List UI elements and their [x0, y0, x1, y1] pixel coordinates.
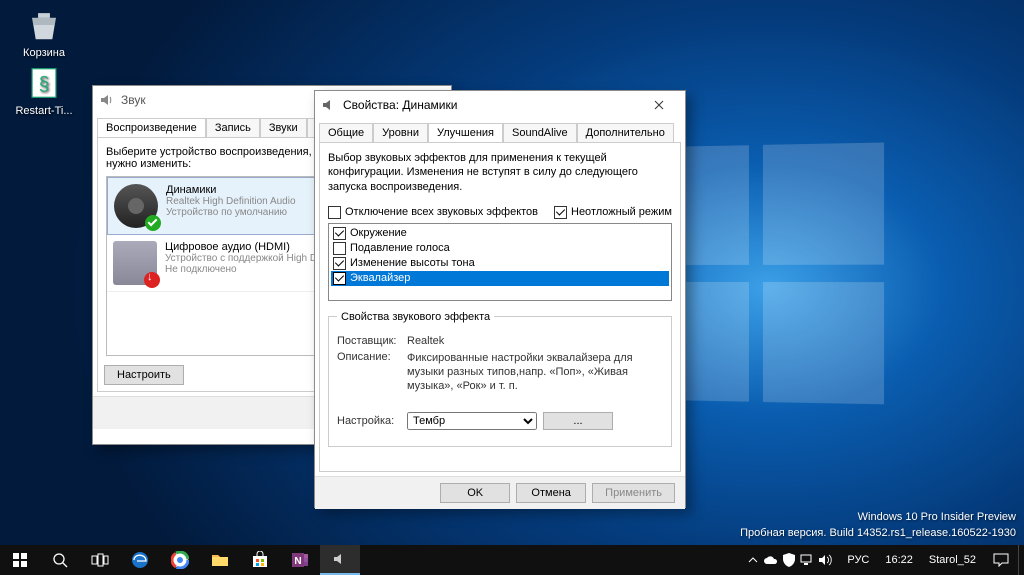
tab-recording[interactable]: Запись — [206, 118, 260, 137]
speaker-icon — [99, 92, 115, 108]
taskbar-chrome[interactable] — [160, 545, 200, 575]
desktop-icon-restart-ti[interactable]: § Restart-Ti... — [10, 64, 78, 117]
script-icon: § — [25, 64, 63, 102]
taskbar-store[interactable] — [240, 545, 280, 575]
tab-soundalive[interactable]: SoundAlive — [503, 123, 577, 142]
enhancements-intro: Выбор звуковых эффектов для применения к… — [328, 151, 672, 194]
device-desc: Realtek High Definition Audio — [166, 196, 296, 207]
speaker-icon — [321, 97, 337, 113]
tray-user[interactable]: Starol_52 — [921, 554, 984, 566]
props-tabs: Общие Уровни Улучшения SoundAlive Дополн… — [315, 119, 685, 142]
properties-window: Свойства: Динамики Общие Уровни Улучшени… — [314, 90, 686, 508]
checkbox-icon — [333, 242, 346, 255]
chrome-icon — [171, 551, 189, 569]
setting-label: Настройка: — [337, 415, 407, 427]
taskbar-explorer[interactable] — [200, 545, 240, 575]
cancel-button[interactable]: Отмена — [516, 483, 586, 503]
task-view-icon — [91, 553, 109, 567]
checkbox-icon — [333, 227, 346, 240]
desc-value: Фиксированные настройки эквалайзера для … — [407, 351, 663, 394]
store-icon — [251, 551, 269, 569]
edge-icon — [131, 551, 149, 569]
notification-icon — [993, 553, 1009, 567]
tab-sounds[interactable]: Звуки — [260, 118, 307, 137]
configure-button[interactable]: Настроить — [104, 365, 184, 385]
check-icon — [145, 215, 161, 231]
close-icon — [654, 100, 664, 110]
checkbox-icon — [328, 206, 341, 219]
close-button[interactable] — [639, 93, 679, 117]
disable-all-label: Отключение всех звуковых эффектов — [345, 206, 538, 218]
desktop-icon-recycle-bin[interactable]: Корзина — [10, 6, 78, 59]
effect-environment[interactable]: Окружение — [331, 226, 669, 241]
device-status: Устройство по умолчанию — [166, 207, 296, 218]
disable-all-effects-checkbox[interactable]: Отключение всех звуковых эффектов — [328, 206, 538, 219]
task-view-button[interactable] — [80, 545, 120, 575]
speaker-device-icon — [114, 184, 158, 228]
taskbar: N РУС 16:22 Starol_52 — [0, 545, 1024, 575]
speaker-icon — [332, 551, 348, 567]
search-button[interactable] — [40, 545, 80, 575]
setting-details-button[interactable]: ... — [543, 412, 613, 430]
apply-button[interactable]: Применить — [592, 483, 675, 503]
tray-lang[interactable]: РУС — [839, 554, 877, 566]
tab-levels[interactable]: Уровни — [373, 123, 428, 142]
watermark-line2: Пробная версия. Build 14352.rs1_release.… — [740, 526, 1016, 541]
start-button[interactable] — [0, 545, 40, 575]
taskbar-edge[interactable] — [120, 545, 160, 575]
taskbar-onenote[interactable]: N — [280, 545, 320, 575]
vendor-value: Realtek — [407, 335, 663, 347]
down-arrow-icon — [144, 272, 160, 288]
checkbox-icon — [333, 272, 346, 285]
folder-icon — [211, 552, 229, 568]
desc-label: Описание: — [337, 351, 407, 394]
effect-equalizer[interactable]: Эквалайзер — [331, 271, 669, 286]
tab-enhancements[interactable]: Улучшения — [428, 123, 503, 142]
windows-watermark: Windows 10 Pro Insider Preview Пробная в… — [740, 510, 1016, 541]
device-name: Динамики — [166, 184, 296, 196]
tray-up-icon[interactable] — [745, 552, 761, 568]
taskbar-sound-settings[interactable] — [320, 545, 360, 575]
enhancements-panel: Выбор звуковых эффектов для применения к… — [319, 142, 681, 472]
desktop-icon-label: Корзина — [23, 47, 65, 59]
effect-label: Изменение высоты тона — [350, 257, 475, 269]
ok-button[interactable]: OK — [440, 483, 510, 503]
show-desktop-button[interactable] — [1018, 545, 1024, 575]
effect-voice-cancel[interactable]: Подавление голоса — [331, 241, 669, 256]
network-icon[interactable] — [799, 552, 815, 568]
vendor-label: Поставщик: — [337, 335, 407, 347]
effect-label: Подавление голоса — [350, 242, 450, 254]
desktop-icon-label: Restart-Ti... — [15, 105, 72, 117]
group-title: Свойства звукового эффекта — [337, 311, 494, 323]
tab-playback[interactable]: Воспроизведение — [97, 118, 206, 137]
monitor-device-icon — [113, 241, 157, 285]
effect-properties-group: Свойства звукового эффекта Поставщик: Re… — [328, 311, 672, 447]
watermark-line1: Windows 10 Pro Insider Preview — [740, 510, 1016, 525]
onedrive-icon[interactable] — [763, 552, 779, 568]
effect-label: Эквалайзер — [350, 272, 410, 284]
onenote-icon: N — [291, 551, 309, 569]
setting-combobox[interactable]: Тембр — [407, 412, 537, 430]
system-tray[interactable] — [739, 552, 839, 568]
effects-list[interactable]: Окружение Подавление голоса Изменение вы… — [328, 223, 672, 301]
props-title: Свойства: Динамики — [343, 98, 457, 112]
immediate-label: Неотложный режим — [571, 206, 672, 218]
checkbox-icon — [554, 206, 567, 219]
windows-icon — [12, 552, 28, 568]
svg-text:N: N — [294, 556, 301, 567]
action-center-button[interactable] — [984, 545, 1018, 575]
effect-pitch-shift[interactable]: Изменение высоты тона — [331, 256, 669, 271]
tab-advanced[interactable]: Дополнительно — [577, 123, 674, 142]
effect-label: Окружение — [350, 227, 407, 239]
props-titlebar[interactable]: Свойства: Динамики — [315, 91, 685, 119]
immediate-mode-checkbox[interactable]: Неотложный режим — [554, 206, 672, 219]
defender-icon[interactable] — [781, 552, 797, 568]
svg-text:§: § — [39, 74, 50, 95]
search-icon — [52, 552, 68, 568]
recycle-bin-icon — [25, 6, 63, 44]
tray-clock[interactable]: 16:22 — [877, 554, 921, 566]
volume-icon[interactable] — [817, 552, 833, 568]
tab-general[interactable]: Общие — [319, 123, 373, 142]
checkbox-icon — [333, 257, 346, 270]
